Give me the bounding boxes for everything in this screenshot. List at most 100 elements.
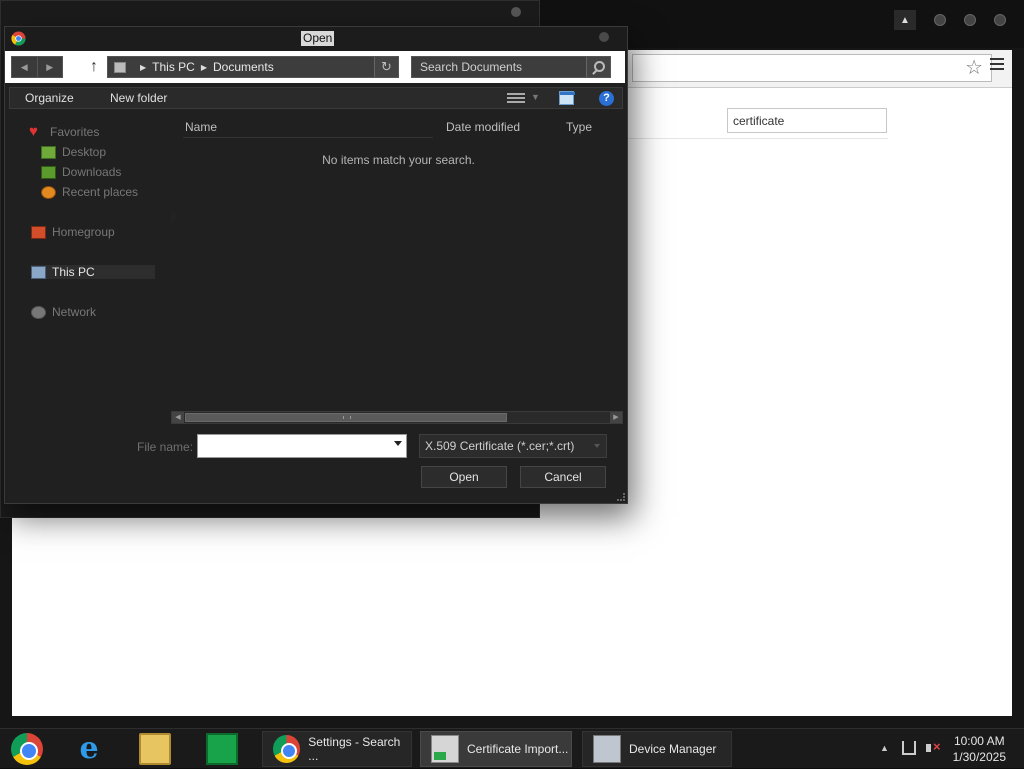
- organize-button[interactable]: Organize: [25, 91, 74, 105]
- horizontal-scrollbar[interactable]: ◀ ▶: [171, 411, 623, 424]
- store-icon[interactable]: [206, 733, 238, 765]
- empty-message: No items match your search.: [322, 153, 475, 167]
- search-input[interactable]: Search Documents: [411, 56, 611, 78]
- chevron-right-icon: ▶: [140, 62, 147, 72]
- sidebar-item-label: Desktop: [62, 145, 107, 159]
- sidebar-item-this-pc[interactable]: This PC: [31, 265, 155, 279]
- sidebar-item-recent-places[interactable]: Recent places: [41, 185, 138, 199]
- recent-places-icon: [41, 185, 56, 199]
- bookmark-star-icon[interactable]: ☆: [965, 57, 983, 79]
- divider: [183, 137, 433, 138]
- sidebar-item-label: Downloads: [62, 165, 122, 179]
- file-type-select[interactable]: X.509 Certificate (*.cer;*.crt): [419, 434, 607, 458]
- address-bar[interactable]: ☆: [632, 54, 992, 82]
- clock-time: 10:00 AM: [953, 734, 1005, 748]
- navigation-pane: Favorites Desktop Downloads Recent place…: [9, 115, 169, 435]
- navigation-bar: ◀ ▶ ↑ ▶ This PC ▶ Documents ↻ Search Doc…: [5, 51, 625, 83]
- search-icon[interactable]: [586, 57, 610, 77]
- refresh-icon[interactable]: ↻: [374, 57, 398, 77]
- open-button[interactable]: Open: [421, 466, 507, 488]
- open-file-dialog: Open ◀ ▶ ↑ ▶ This PC ▶ Documents ↻ Searc…: [4, 26, 628, 504]
- homegroup-icon: [31, 225, 46, 239]
- sidebar-item-label: Network: [52, 305, 97, 319]
- sidebar-item-homegroup[interactable]: Homegroup: [31, 225, 115, 239]
- sidebar-item-label: Homegroup: [52, 225, 115, 239]
- sidebar-item-favorites[interactable]: Favorites: [29, 123, 100, 140]
- sidebar-item-label: This PC: [52, 265, 95, 279]
- chevron-down-icon: [594, 444, 600, 448]
- taskbar-item-device-manager[interactable]: Device Manager: [582, 731, 732, 767]
- sidebar-item-downloads[interactable]: Downloads: [41, 165, 121, 179]
- column-header-date-modified[interactable]: Date modified: [446, 120, 520, 134]
- taskbar-item-label: Settings - Search ...: [308, 735, 401, 763]
- minimize-button[interactable]: [934, 14, 946, 26]
- column-header-type[interactable]: Type: [566, 120, 592, 134]
- internet-explorer-icon[interactable]: e: [73, 733, 105, 765]
- column-header-name[interactable]: Name: [185, 120, 217, 134]
- chrome-taskbar-icon[interactable]: [11, 733, 43, 765]
- breadcrumb[interactable]: ▶ This PC ▶ Documents ↻: [107, 56, 399, 78]
- file-explorer-icon[interactable]: [139, 733, 171, 765]
- chevron-right-icon: ▶: [200, 62, 207, 72]
- search-placeholder: Search Documents: [420, 60, 523, 74]
- sidebar-item-label: Recent places: [62, 185, 139, 199]
- taskbar-item-label: Device Manager: [629, 742, 717, 756]
- mouse-cursor-icon: [171, 211, 178, 227]
- taskbar-item-label: Certificate Import...: [467, 742, 569, 756]
- file-list: Name Date modified Type No items match y…: [171, 115, 626, 415]
- scroll-right-icon[interactable]: ▶: [610, 412, 622, 423]
- taskbar: e Settings - Search ... Certificate Impo…: [0, 728, 1024, 768]
- view-options-icon[interactable]: [507, 93, 525, 105]
- device-manager-icon: [593, 735, 621, 763]
- network-icon: [31, 305, 46, 319]
- close-button[interactable]: [511, 7, 521, 17]
- volume-muted-icon[interactable]: [926, 739, 941, 755]
- taskbar-item-settings[interactable]: Settings - Search ...: [262, 731, 412, 767]
- dialog-titlebar: Open: [5, 27, 627, 51]
- system-tray: ▲ 10:00 AM 1/30/2025: [864, 729, 1024, 769]
- chrome-logo-icon: [11, 31, 26, 46]
- user-profile-icon[interactable]: ▲: [894, 10, 916, 30]
- scrollbar-thumb[interactable]: [185, 413, 507, 422]
- resize-grip[interactable]: [617, 493, 625, 501]
- chevron-down-icon[interactable]: ▼: [531, 92, 540, 102]
- preview-pane-icon[interactable]: [559, 91, 575, 105]
- clock-date: 1/30/2025: [952, 750, 1006, 764]
- chrome-icon: [273, 735, 301, 763]
- breadcrumb-documents[interactable]: Documents: [213, 60, 274, 74]
- computer-icon: [31, 265, 46, 279]
- heart-icon: [29, 123, 44, 140]
- network-status-icon[interactable]: [902, 741, 916, 755]
- command-bar: Organize New folder ▼ ?: [9, 87, 623, 109]
- settings-search-input[interactable]: certificate: [727, 108, 887, 133]
- show-hidden-icons-icon[interactable]: ▲: [880, 743, 889, 753]
- chrome-menu-icon[interactable]: [990, 58, 1004, 70]
- sidebar-item-label: Favorites: [50, 125, 100, 139]
- new-folder-button[interactable]: New folder: [110, 91, 167, 105]
- clock[interactable]: 10:00 AM 1/30/2025: [953, 733, 1006, 765]
- close-button[interactable]: [599, 32, 609, 42]
- sidebar-item-network[interactable]: Network: [31, 305, 96, 319]
- pc-icon: [114, 61, 126, 73]
- dialog-title: Open: [301, 31, 335, 46]
- close-button[interactable]: [994, 14, 1006, 26]
- downloads-icon: [41, 165, 56, 179]
- breadcrumb-this-pc[interactable]: This PC: [152, 60, 195, 74]
- file-name-input[interactable]: [197, 434, 407, 458]
- sidebar-item-desktop[interactable]: Desktop: [41, 145, 106, 159]
- back-button[interactable]: ◀: [12, 57, 38, 77]
- forward-button[interactable]: ▶: [38, 57, 63, 77]
- chevron-down-icon[interactable]: [394, 441, 402, 446]
- desktop-icon: [41, 145, 56, 159]
- taskbar-item-certificate-import[interactable]: Certificate Import...: [420, 731, 572, 767]
- up-arrow-icon[interactable]: ↑: [85, 56, 103, 78]
- maximize-button[interactable]: [964, 14, 976, 26]
- divider: [626, 138, 888, 139]
- back-forward-buttons: ◀ ▶: [11, 56, 63, 78]
- help-icon[interactable]: ?: [599, 91, 614, 106]
- certificate-icon: [431, 735, 459, 763]
- cancel-button[interactable]: Cancel: [520, 466, 606, 488]
- file-type-value: X.509 Certificate (*.cer;*.crt): [425, 439, 575, 453]
- file-name-label: File name:: [137, 440, 194, 454]
- scroll-left-icon[interactable]: ◀: [172, 412, 184, 423]
